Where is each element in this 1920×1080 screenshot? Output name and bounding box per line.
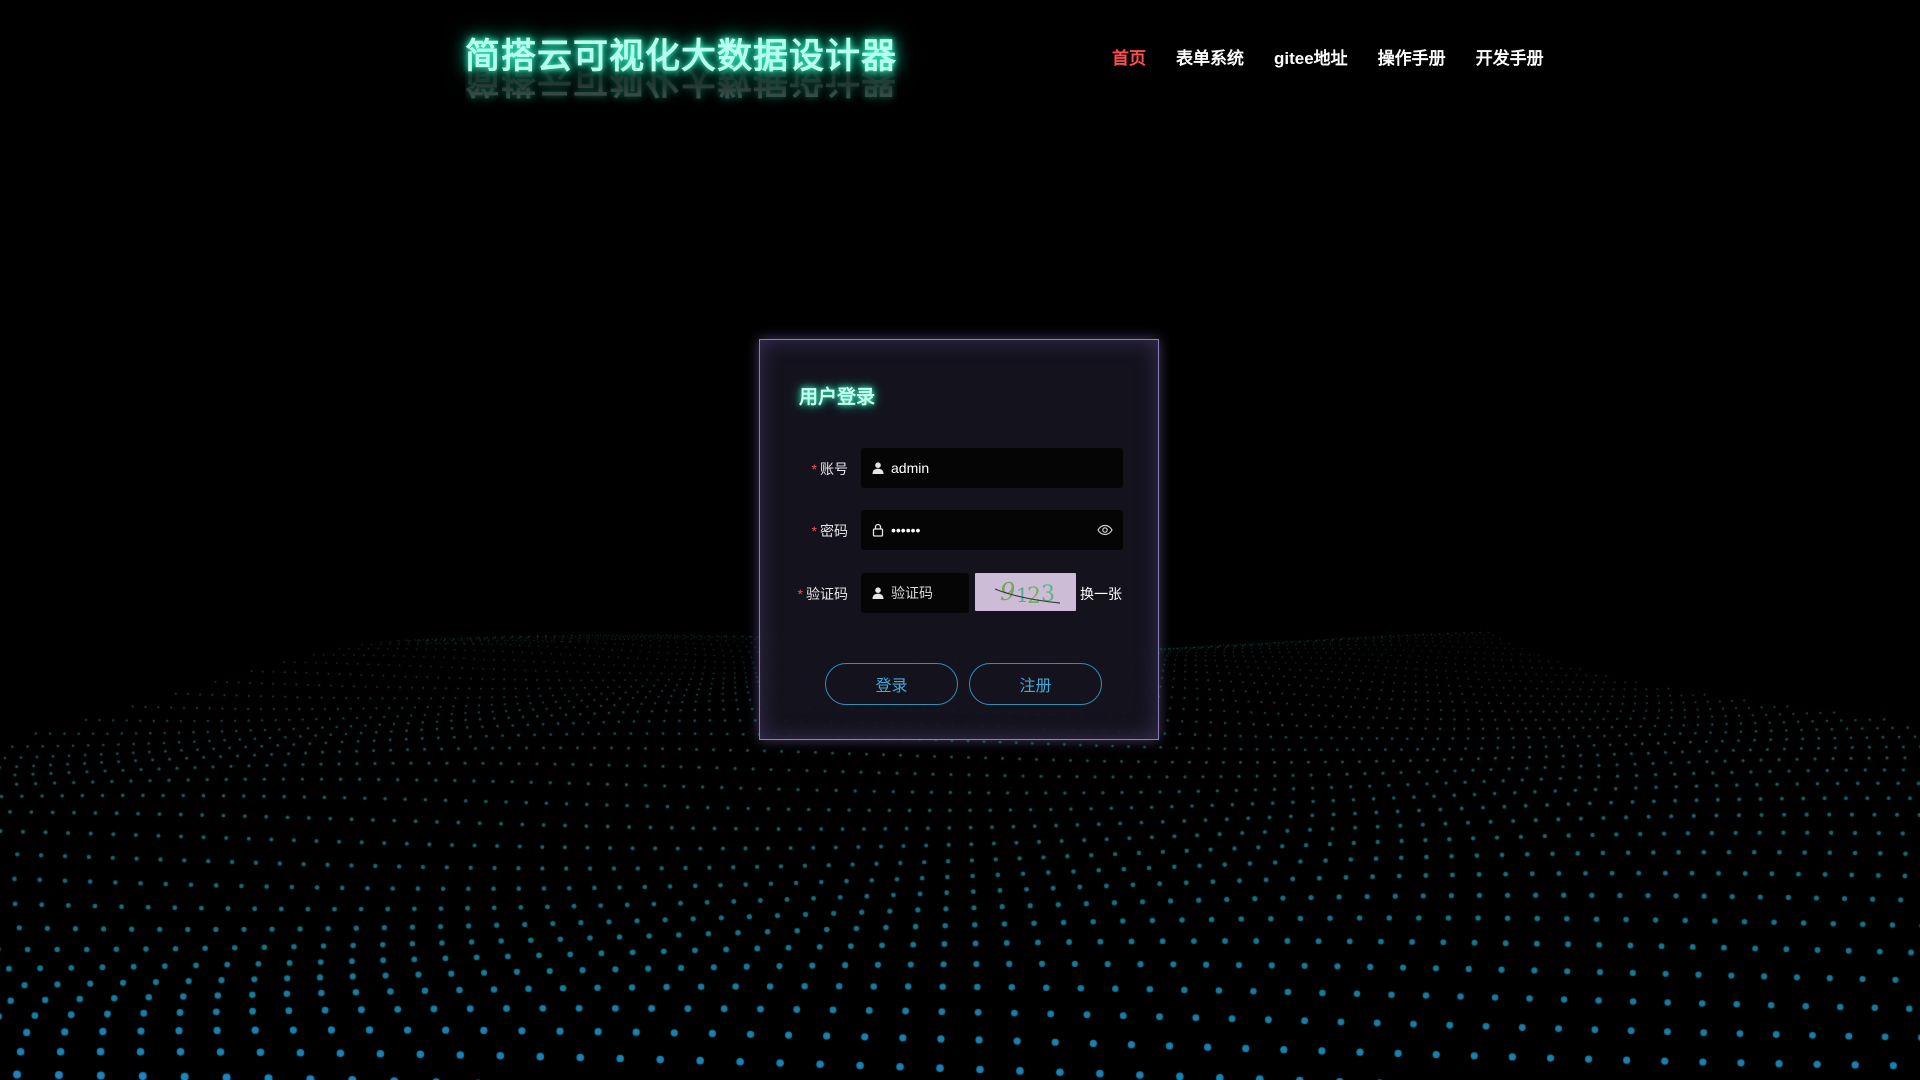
captcha-input[interactable]: 验证码	[861, 573, 969, 613]
password-row: * 密码 ••••••	[760, 510, 1160, 550]
login-title: 用户登录	[799, 387, 876, 408]
required-mark: *	[811, 523, 817, 539]
password-value: ••••••	[891, 522, 921, 538]
required-mark: *	[811, 461, 817, 477]
account-input[interactable]: admin	[861, 448, 1123, 488]
captcha-placeholder: 验证码	[891, 585, 933, 601]
nav-item-gitee[interactable]: gitee地址	[1274, 44, 1348, 69]
eye-icon[interactable]	[1097, 522, 1113, 538]
captcha-glyph: 3	[1041, 582, 1055, 607]
user-icon	[871, 586, 885, 600]
account-label: * 账号	[811, 461, 848, 477]
user-icon	[871, 461, 885, 475]
lock-icon	[871, 523, 885, 537]
site-logo-reflection: 简搭云可视化大数据设计器	[465, 60, 898, 99]
password-input[interactable]: ••••••	[861, 510, 1123, 550]
nav-item-dev-manual[interactable]: 开发手册	[1476, 44, 1544, 69]
required-mark: *	[797, 586, 803, 602]
captcha-image[interactable]: 9 1 2 3	[975, 573, 1076, 611]
nav-item-home[interactable]: 首页	[1112, 44, 1146, 69]
captcha-glyph: 2	[1027, 584, 1041, 609]
captcha-row: * 验证码 验证码 9 1 2 3 换一张	[760, 573, 1160, 613]
password-label: * 密码	[811, 523, 848, 539]
login-card: 用户登录 * 账号 admin * 密码 •••••• * 验证码 验证码 9 …	[759, 339, 1159, 740]
top-nav: 首页 表单系统 gitee地址 操作手册 开发手册	[1112, 44, 1544, 69]
account-value: admin	[891, 460, 930, 476]
register-button[interactable]: 注册	[969, 663, 1102, 705]
account-row: * 账号 admin	[760, 448, 1160, 488]
captcha-refresh-link[interactable]: 换一张	[1080, 584, 1122, 604]
login-button[interactable]: 登录	[825, 663, 958, 705]
nav-item-user-manual[interactable]: 操作手册	[1378, 44, 1446, 69]
nav-item-form-system[interactable]: 表单系统	[1176, 44, 1244, 69]
captcha-label: * 验证码	[797, 586, 848, 602]
login-page: 简搭云可视化大数据设计器 简搭云可视化大数据设计器 首页 表单系统 gitee地…	[0, 0, 1920, 1080]
